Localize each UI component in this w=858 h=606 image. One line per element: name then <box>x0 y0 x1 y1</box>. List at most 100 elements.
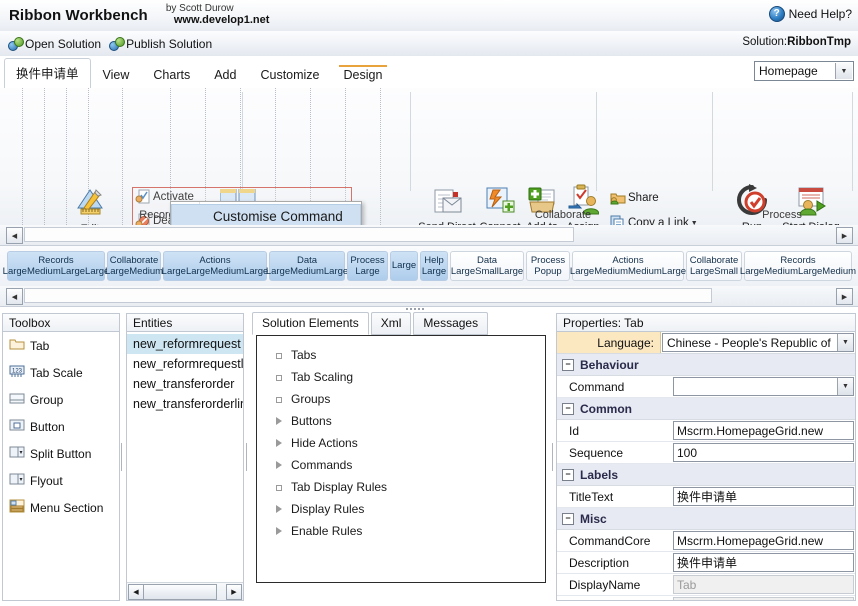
ribbon-button-share[interactable]: Share <box>610 190 659 206</box>
center-properties-splitter[interactable] <box>551 313 555 601</box>
property-category-common[interactable]: − Common <box>557 398 855 420</box>
toolbox-item-flyout[interactable]: Flyout <box>3 467 119 494</box>
bullet-icon <box>275 395 284 404</box>
ribbon-horizontal-scrollbar-top[interactable]: ◀ ▶ <box>0 225 858 246</box>
tree-item-buttons[interactable]: Buttons <box>257 410 545 432</box>
toolbox-item-button[interactable]: Button <box>3 413 119 440</box>
collapse-icon[interactable]: − <box>562 468 574 481</box>
property-category-behaviour[interactable]: − Behaviour <box>557 354 855 376</box>
tab-folder-icon <box>9 337 25 354</box>
property-category-labels[interactable]: − Labels <box>557 464 855 486</box>
scroll-thumb[interactable] <box>143 584 217 600</box>
entities-horizontal-scrollbar[interactable]: ◀ ▶ <box>127 582 243 600</box>
toolbox-list[interactable]: Tab 123 Tab Scale Group Button Split Button Fl… <box>2 332 120 601</box>
scroll-right-button[interactable]: ▶ <box>836 227 853 244</box>
scale-cell-6[interactable]: Help Large <box>420 251 448 281</box>
scale-cell-7[interactable]: Data LargeSmallLarge <box>450 251 524 281</box>
language-row[interactable]: Language: Chinese - People's Republic of… <box>557 332 855 354</box>
chevron-right-icon[interactable] <box>275 416 284 426</box>
property-value-field[interactable]: 100 <box>673 443 854 462</box>
context-menu[interactable]: Customise CommandHide ButtonCustomise Bu… <box>170 201 362 225</box>
ribbon-tab-4[interactable]: Customize <box>248 63 331 88</box>
tree-item-tab-display-rules[interactable]: Tab Display Rules <box>257 476 545 498</box>
toolbox-item-menu-section[interactable]: Menu Section <box>3 494 119 521</box>
chevron-down-icon[interactable]: ▼ <box>837 378 853 395</box>
toolbox-entities-splitter[interactable] <box>120 313 124 601</box>
toolbox-title: Toolbox <box>2 313 120 332</box>
ribbon-tab-1[interactable]: View <box>91 63 142 88</box>
scale-cell-9[interactable]: Actions LargeMediumMediumLarge <box>570 251 686 281</box>
tree-item-tabs[interactable]: Tabs <box>257 344 545 366</box>
scale-cell-5[interactable]: Large <box>390 251 418 281</box>
entity-list-item[interactable]: new_transferorder <box>127 374 243 394</box>
ribbon-horizontal-scrollbar-bottom[interactable]: ◀ ▶ <box>0 286 858 307</box>
scroll-left-button[interactable]: ◀ <box>128 584 144 600</box>
ribbon-button-edit[interactable]: Edit <box>62 186 118 225</box>
collapse-icon[interactable]: − <box>562 402 574 415</box>
tree-item-tab-scaling[interactable]: Tab Scaling <box>257 366 545 388</box>
property-category-misc[interactable]: − Misc <box>557 508 855 530</box>
scale-cell-4[interactable]: Process Large <box>347 251 388 281</box>
chevron-right-icon[interactable] <box>275 526 284 536</box>
entities-panel: Entities new_reformrequest new_reformrequ… <box>126 313 244 601</box>
scroll-right-button[interactable]: ▶ <box>836 288 853 305</box>
property-value-field[interactable]: Mscrm.HomepageGrid.new <box>673 421 854 440</box>
open-solution-button[interactable]: Open Solution <box>8 36 101 51</box>
ribbon-button-connect[interactable]: Connect ▼ <box>477 184 523 225</box>
center-tab-xml[interactable]: Xml <box>370 312 412 335</box>
scale-cell-0[interactable]: Records LargeMediumLargeLarge <box>3 251 109 281</box>
scroll-right-button[interactable]: ▶ <box>226 584 242 600</box>
tree-item-display-rules[interactable]: Display Rules <box>257 498 545 520</box>
publish-solution-button[interactable]: Publish Solution <box>109 36 212 51</box>
ribbon-tab-2[interactable]: Charts <box>141 63 202 88</box>
entities-list[interactable]: new_reformrequestnew_reformrequestlinene… <box>126 332 244 601</box>
scale-cell-10[interactable]: Collaborate LargeSmall <box>686 251 742 281</box>
tree-item-enable-rules[interactable]: Enable Rules <box>257 520 545 542</box>
chevron-right-icon[interactable] <box>275 438 284 448</box>
language-select[interactable]: Chinese - People's Republic of ▼ <box>662 333 854 352</box>
toolbox-item-tab-scale[interactable]: 123 Tab Scale <box>3 359 119 386</box>
entity-list-item[interactable]: new_reformrequest <box>127 334 243 354</box>
property-value-field[interactable]: 换件申请单 <box>673 487 854 506</box>
ribbon-design-surface[interactable]: Edit Send Direct E-mail <box>0 88 858 226</box>
scroll-left-button[interactable]: ◀ <box>6 227 23 244</box>
scale-cell-8[interactable]: Process Popup <box>526 251 570 281</box>
scroll-track[interactable] <box>24 288 712 303</box>
chevron-right-icon[interactable] <box>275 504 284 514</box>
toolbox-item-split-button[interactable]: Split Button <box>3 440 119 467</box>
toolbox-item-tab[interactable]: Tab <box>3 332 119 359</box>
scale-cell-11[interactable]: Records LargeMediumLargeMedium <box>740 251 856 281</box>
center-tab-solution-elements[interactable]: Solution Elements <box>252 312 369 335</box>
center-tab-bar[interactable]: Solution Elements Xml Messages <box>252 312 550 335</box>
scale-cell-3[interactable]: Data LargeMediumLarge <box>266 251 348 281</box>
tree-item-groups[interactable]: Groups <box>257 388 545 410</box>
need-help-button[interactable]: ? Need Help? <box>768 6 852 22</box>
scroll-track[interactable] <box>24 227 574 242</box>
context-menu-item-0[interactable]: Customise Command <box>171 204 361 225</box>
property-value-field[interactable]: 换件申请单 <box>673 553 854 572</box>
collapse-icon[interactable]: − <box>562 358 574 371</box>
entity-list-item[interactable]: new_reformrequestline <box>127 354 243 374</box>
chevron-right-icon[interactable] <box>275 460 284 470</box>
property-value-field[interactable]: ▼ <box>673 377 854 396</box>
ribbon-location-select[interactable]: Homepage ▼ <box>754 61 854 81</box>
tab-scaling-row[interactable]: Records LargeMediumLargeLarge Collaborate L… <box>0 246 858 286</box>
ribbon-tab-0[interactable]: 换件申请单 <box>4 58 91 89</box>
collapse-icon[interactable]: − <box>562 512 574 525</box>
property-value-field[interactable]: Mscrm.HomepageGrid.new <box>673 531 854 550</box>
entities-center-splitter[interactable] <box>245 313 249 601</box>
tree-item-commands[interactable]: Commands <box>257 454 545 476</box>
ribbon-tab-5[interactable]: Design <box>332 63 395 88</box>
horizontal-splitter[interactable] <box>395 306 435 311</box>
scale-cell-1[interactable]: Collaborate LargeMedium <box>105 251 163 281</box>
scroll-left-button[interactable]: ◀ <box>6 288 23 305</box>
ribbon-tab-3[interactable]: Add <box>202 63 248 88</box>
tree-item-hide-actions[interactable]: Hide Actions <box>257 432 545 454</box>
center-tab-messages[interactable]: Messages <box>413 312 489 335</box>
solution-elements-tree[interactable]: Tabs Tab Scaling Groups Buttons Hide Actions… <box>256 335 546 583</box>
scale-cell-2[interactable]: Actions LargeLargeMediumLarge <box>162 251 268 281</box>
toolbox-item-group[interactable]: Group <box>3 386 119 413</box>
ribbon-button-send-direct-email[interactable]: Send Direct E-mail <box>418 184 476 225</box>
properties-grid[interactable]: Language: Chinese - People's Republic of… <box>556 332 856 601</box>
entity-list-item[interactable]: new_transferorderline <box>127 394 243 414</box>
